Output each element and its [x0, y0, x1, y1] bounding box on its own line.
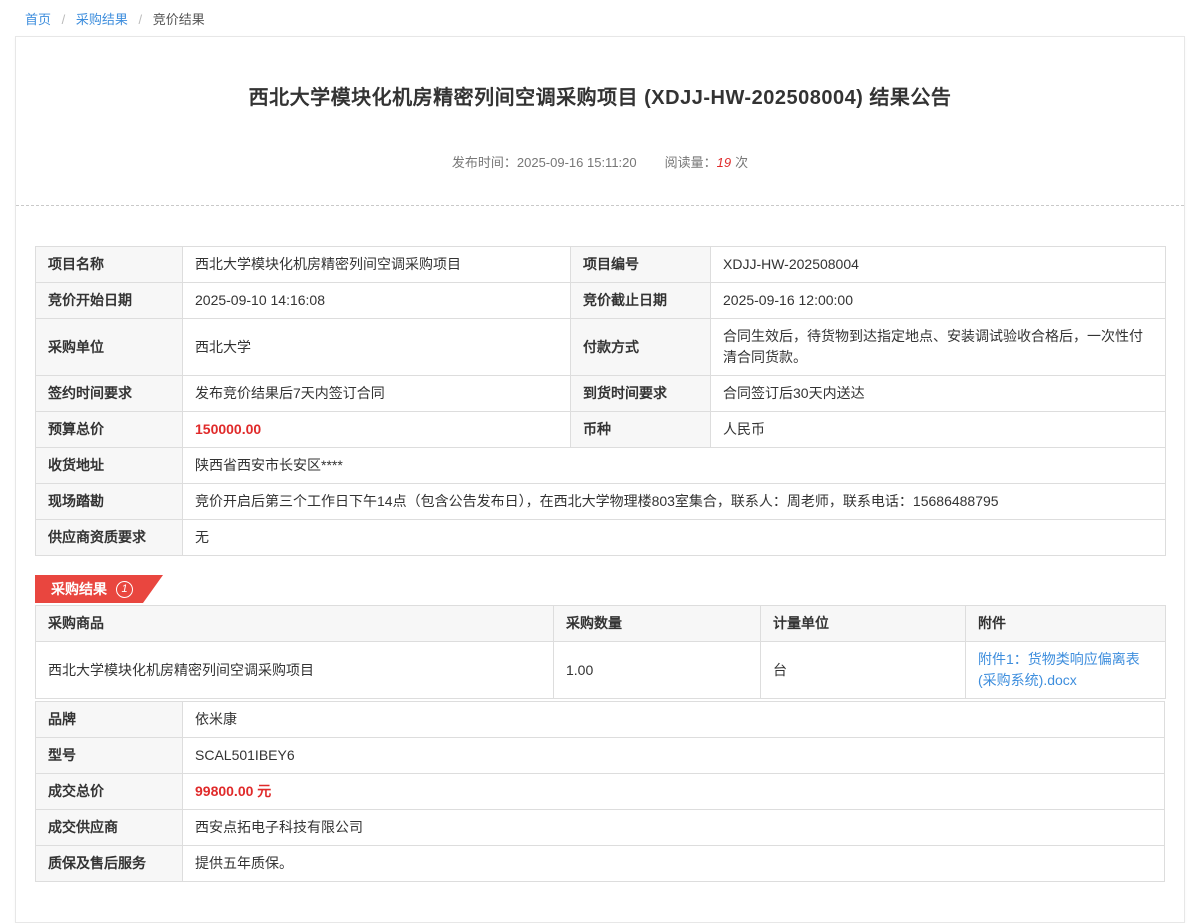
- ribbon-number-badge: 1: [116, 581, 133, 598]
- announcement-card: 西北大学模块化机房精密列间空调采购项目 (XDJJ-HW-202508004) …: [15, 36, 1185, 923]
- dashed-divider: [16, 205, 1184, 206]
- info-value: 陕西省西安市长安区****: [183, 448, 1166, 484]
- info-value: 西北大学模块化机房精密列间空调采购项目: [183, 247, 571, 283]
- table-row: 成交总价 99800.00 元: [36, 774, 1165, 810]
- project-info-table: 项目名称 西北大学模块化机房精密列间空调采购项目 项目编号 XDJJ-HW-20…: [35, 246, 1166, 556]
- table-header-row: 采购商品 采购数量 计量单位 附件: [36, 606, 1166, 642]
- column-header-product: 采购商品: [36, 606, 554, 642]
- table-row: 成交供应商 西安点拓电子科技有限公司: [36, 810, 1165, 846]
- table-row: 现场踏勘 竞价开启后第三个工作日下午14点（包含公告发布日），在西北大学物理楼8…: [36, 484, 1166, 520]
- table-row: 采购单位 西北大学 付款方式 合同生效后，待货物到达指定地点、安装调试验收合格后…: [36, 319, 1166, 376]
- column-header-attachment: 附件: [966, 606, 1166, 642]
- table-row: 供应商资质要求 无: [36, 520, 1166, 556]
- info-label: 签约时间要求: [36, 376, 183, 412]
- info-label: 币种: [571, 412, 711, 448]
- info-value: 2025-09-16 12:00:00: [711, 283, 1166, 319]
- deal-detail-table: 品牌 依米康 型号 SCAL501IBEY6 成交总价 99800.00 元 成…: [35, 701, 1165, 882]
- info-label: 采购单位: [36, 319, 183, 376]
- table-row: 收货地址 陕西省西安市长安区****: [36, 448, 1166, 484]
- column-header-unit: 计量单位: [761, 606, 966, 642]
- table-row: 质保及售后服务 提供五年质保。: [36, 846, 1165, 882]
- breadcrumb-procurement-results-link[interactable]: 采购结果: [76, 12, 128, 27]
- detail-label: 成交总价: [36, 774, 183, 810]
- table-row: 预算总价 150000.00 币种 人民币: [36, 412, 1166, 448]
- info-value: 人民币: [711, 412, 1166, 448]
- publish-time-label: 发布时间：: [452, 155, 517, 170]
- info-label: 付款方式: [571, 319, 711, 376]
- breadcrumb-separator: /: [62, 12, 66, 27]
- views-unit: 次: [735, 155, 748, 170]
- info-value: XDJJ-HW-202508004: [711, 247, 1166, 283]
- supplier-value: 西安点拓电子科技有限公司: [183, 810, 1165, 846]
- item-quantity: 1.00: [554, 642, 761, 699]
- info-label: 预算总价: [36, 412, 183, 448]
- attachment-link[interactable]: 附件1：货物类响应偏离表(采购系统).docx: [978, 651, 1140, 688]
- table-row: 竞价开始日期 2025-09-10 14:16:08 竞价截止日期 2025-0…: [36, 283, 1166, 319]
- breadcrumb-current: 竞价结果: [153, 12, 205, 27]
- table-row: 项目名称 西北大学模块化机房精密列间空调采购项目 项目编号 XDJJ-HW-20…: [36, 247, 1166, 283]
- publish-info: 发布时间：2025-09-16 15:11:20 阅读量：19 次: [35, 152, 1165, 171]
- info-label: 到货时间要求: [571, 376, 711, 412]
- breadcrumb-home-link[interactable]: 首页: [25, 12, 51, 27]
- page-title: 西北大学模块化机房精密列间空调采购项目 (XDJJ-HW-202508004) …: [35, 37, 1165, 110]
- item-product: 西北大学模块化机房精密列间空调采购项目: [36, 642, 554, 699]
- detail-label: 品牌: [36, 702, 183, 738]
- info-label: 供应商资质要求: [36, 520, 183, 556]
- purchase-items-table: 采购商品 采购数量 计量单位 附件 西北大学模块化机房精密列间空调采购项目 1.…: [35, 605, 1166, 699]
- model-value: SCAL501IBEY6: [183, 738, 1165, 774]
- detail-label: 质保及售后服务: [36, 846, 183, 882]
- deal-price-value: 99800.00 元: [183, 774, 1165, 810]
- info-value: 合同签订后30天内送达: [711, 376, 1166, 412]
- ribbon-label: 采购结果: [51, 579, 107, 599]
- column-header-quantity: 采购数量: [554, 606, 761, 642]
- info-value: 2025-09-10 14:16:08: [183, 283, 571, 319]
- table-row: 品牌 依米康: [36, 702, 1165, 738]
- info-value: 合同生效后，待货物到达指定地点、安装调试验收合格后，一次性付清合同货款。: [711, 319, 1166, 376]
- brand-value: 依米康: [183, 702, 1165, 738]
- table-row: 西北大学模块化机房精密列间空调采购项目 1.00 台 附件1：货物类响应偏离表(…: [36, 642, 1166, 699]
- info-label: 项目编号: [571, 247, 711, 283]
- table-row: 型号 SCAL501IBEY6: [36, 738, 1165, 774]
- warranty-value: 提供五年质保。: [183, 846, 1165, 882]
- publish-time-value: 2025-09-16 15:11:20: [517, 155, 637, 170]
- detail-label: 型号: [36, 738, 183, 774]
- views-label: 阅读量：: [665, 155, 717, 170]
- result-section-ribbon: 采购结果 1: [35, 575, 163, 603]
- info-label: 现场踏勘: [36, 484, 183, 520]
- table-row: 签约时间要求 发布竞价结果后7天内签订合同 到货时间要求 合同签订后30天内送达: [36, 376, 1166, 412]
- info-value: 发布竞价结果后7天内签订合同: [183, 376, 571, 412]
- breadcrumb-separator: /: [139, 12, 143, 27]
- info-value: 竞价开启后第三个工作日下午14点（包含公告发布日），在西北大学物理楼803室集合…: [183, 484, 1166, 520]
- budget-total-value: 150000.00: [183, 412, 571, 448]
- info-label: 竞价开始日期: [36, 283, 183, 319]
- info-value: 无: [183, 520, 1166, 556]
- info-label: 项目名称: [36, 247, 183, 283]
- info-label: 收货地址: [36, 448, 183, 484]
- item-unit: 台: [761, 642, 966, 699]
- views-count: 19: [717, 155, 731, 170]
- detail-label: 成交供应商: [36, 810, 183, 846]
- info-value: 西北大学: [183, 319, 571, 376]
- info-label: 竞价截止日期: [571, 283, 711, 319]
- breadcrumb: 首页 / 采购结果 / 竞价结果: [0, 0, 1200, 36]
